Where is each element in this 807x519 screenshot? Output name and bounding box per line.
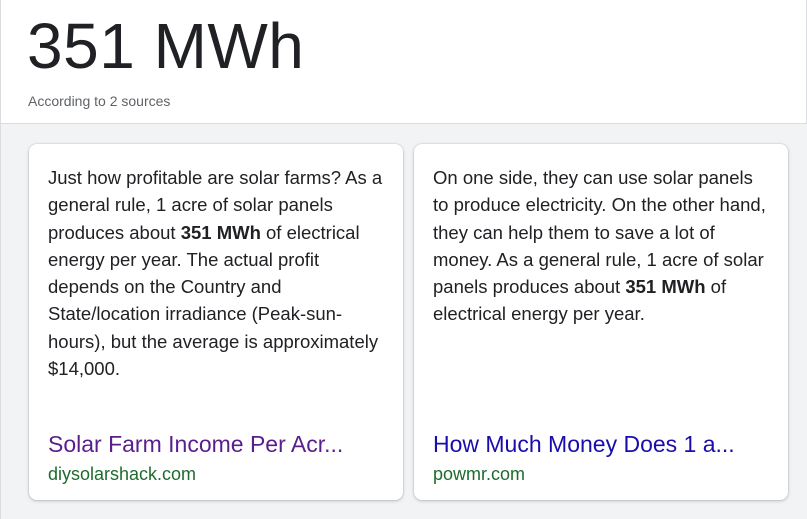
source-cards-container: Just how profitable are solar farms? As … (0, 124, 807, 519)
snippet-highlight: 351 MWh (180, 221, 261, 243)
card-source-domain: powmr.com (433, 464, 526, 484)
card-snippet: Just how profitable are solar farms? As … (48, 164, 386, 382)
answer-header: 351 MWh According to 2 sources (0, 0, 807, 124)
card-title-link[interactable]: Solar Farm Income Per Acr... (48, 429, 376, 459)
card-snippet: On one side, they can use solar panels t… (433, 164, 771, 328)
card-title-link[interactable]: How Much Money Does 1 a... (433, 429, 761, 459)
source-card-diysolarshack[interactable]: Just how profitable are solar farms? As … (29, 144, 403, 500)
snippet-highlight: 351 MWh (625, 276, 706, 298)
card-source-domain: diysolarshack.com (48, 464, 197, 484)
answer-value: 351 MWh (27, 10, 305, 82)
source-card-powmr[interactable]: On one side, they can use solar panels t… (414, 144, 788, 500)
sources-count-label: According to 2 sources (28, 93, 171, 109)
featured-answer: 351 MWh According to 2 sources Just how … (0, 0, 807, 519)
snippet-text: of electrical energy per year. The actua… (48, 221, 379, 380)
